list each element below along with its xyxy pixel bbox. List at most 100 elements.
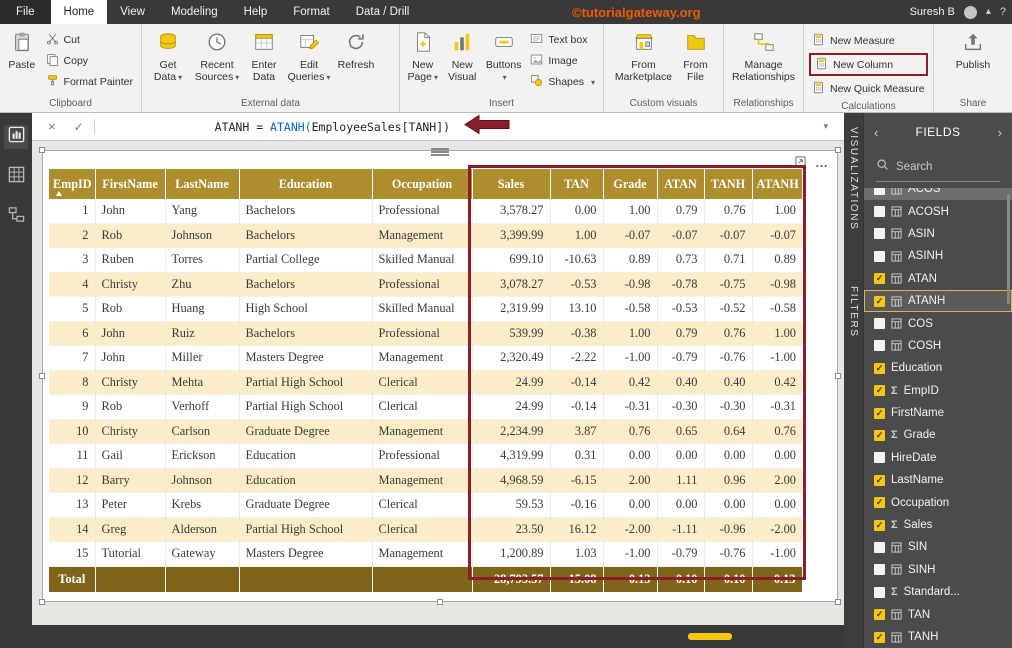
new-column-button[interactable]: New Column <box>815 56 922 73</box>
copy-button[interactable]: Copy <box>43 51 136 70</box>
model-view-button[interactable] <box>4 205 28 229</box>
field-item-standard-[interactable]: Σ Standard... <box>864 581 1012 603</box>
table-row[interactable]: 9 Rob Verhoff Partial High School Clerical 24… <box>49 394 802 420</box>
table-row[interactable]: 7 John Miller Masters Degree Management 2,320… <box>49 345 802 371</box>
field-item-grade[interactable]: ✓ Σ Grade <box>864 424 1012 446</box>
column-header-tan[interactable]: TAN <box>550 169 604 199</box>
image-button[interactable]: Image <box>527 51 598 70</box>
table-row[interactable]: 5 Rob Huang High School Skilled Manual 2,319.… <box>49 296 802 322</box>
recent-sources-button[interactable]: Recent Sources <box>191 27 243 98</box>
field-checkbox-checked[interactable]: ✓ <box>874 295 885 307</box>
text-box-button[interactable]: Text box <box>527 30 598 49</box>
table-row[interactable]: 3 Ruben Torres Partial College Skilled Manua… <box>49 247 802 273</box>
column-header-tanh[interactable]: TANH <box>704 169 753 199</box>
avatar[interactable] <box>963 5 977 19</box>
enter-data-button[interactable]: Enter Data <box>243 27 285 98</box>
new-page-button[interactable]: New Page <box>403 27 442 98</box>
chevron-right-icon[interactable]: › <box>998 125 1002 140</box>
column-header-atan[interactable]: ATAN <box>657 169 705 199</box>
field-checkbox-checked[interactable]: ✓ <box>874 273 885 285</box>
report-view-button[interactable] <box>4 125 28 149</box>
formula-cancel-icon[interactable]: × <box>48 119 56 134</box>
field-checkbox[interactable] <box>874 250 885 262</box>
resize-handle[interactable] <box>39 599 45 605</box>
from-marketplace-button[interactable]: From Marketplace <box>612 27 676 98</box>
report-canvas[interactable]: … EmpID FirstName LastName Education Occupat… <box>32 141 844 648</box>
field-item-education[interactable]: ✓ Education <box>864 357 1012 379</box>
field-checkbox-checked[interactable]: ✓ <box>874 385 885 397</box>
formula-expand-icon[interactable]: ▾ <box>823 121 828 132</box>
field-checkbox[interactable] <box>874 188 885 195</box>
field-item-atan[interactable]: ✓ ATAN <box>864 268 1012 290</box>
format-painter-button[interactable]: Format Painter <box>43 72 136 91</box>
table-row[interactable]: 10 Christy Carlson Graduate Degree Managemen… <box>49 419 802 444</box>
refresh-button[interactable]: Refresh <box>333 27 379 98</box>
edit-queries-button[interactable]: Edit Queries <box>285 27 333 98</box>
field-item-firstname[interactable]: ✓ FirstName <box>864 402 1012 424</box>
formula-commit-icon[interactable]: ✓ <box>74 120 84 134</box>
field-item-occupation[interactable]: ✓ Occupation <box>864 491 1012 513</box>
field-checkbox[interactable] <box>874 206 885 218</box>
field-checkbox[interactable] <box>874 586 885 598</box>
field-checkbox-checked[interactable]: ✓ <box>874 519 885 531</box>
field-item-empid[interactable]: ✓ Σ EmpID <box>864 380 1012 402</box>
fields-search-input[interactable]: Search <box>876 153 1000 182</box>
filters-pane-toggle[interactable]: FILTERS <box>848 286 859 338</box>
table-row[interactable]: 12 Barry Johnson Education Management 4,968.5… <box>49 468 802 493</box>
column-header-atanh[interactable]: ATANH <box>752 169 802 199</box>
field-item-asin[interactable]: ASIN <box>864 223 1012 245</box>
field-checkbox[interactable] <box>874 541 885 553</box>
new-measure-button[interactable]: New Measure <box>809 31 928 50</box>
field-item-tan[interactable]: ✓ TAN <box>864 603 1012 625</box>
field-item-acosh[interactable]: ACOSH <box>864 200 1012 222</box>
field-checkbox[interactable] <box>874 452 885 464</box>
field-checkbox-checked[interactable]: ✓ <box>874 362 885 374</box>
table-row[interactable]: 2 Rob Johnson Bachelors Management 3,399.99 1.… <box>49 223 802 248</box>
cut-button[interactable]: Cut <box>43 30 136 49</box>
tab-data-drill[interactable]: Data / Drill <box>343 0 423 24</box>
field-item-sales[interactable]: ✓ Σ Sales <box>864 514 1012 536</box>
resize-handle[interactable] <box>437 599 443 605</box>
menu-file[interactable]: File <box>0 0 51 24</box>
resize-handle[interactable] <box>835 147 841 153</box>
field-checkbox-checked[interactable]: ✓ <box>874 474 885 486</box>
manage-relationships-button[interactable]: Manage Relationships <box>728 27 800 98</box>
visualizations-pane-toggle[interactable]: VISUALIZATIONS <box>848 127 859 230</box>
field-checkbox[interactable] <box>874 564 885 576</box>
column-header-empid[interactable]: EmpID <box>49 169 96 199</box>
column-header-occupation[interactable]: Occupation <box>372 169 473 199</box>
field-checkbox[interactable] <box>874 318 885 330</box>
field-checkbox-checked[interactable]: ✓ <box>874 497 885 509</box>
publish-button[interactable]: Publish <box>947 27 999 98</box>
fields-scrollbar[interactable] <box>1007 194 1010 304</box>
new-visual-button[interactable]: New Visual <box>442 27 481 98</box>
column-header-education[interactable]: Education <box>239 169 373 199</box>
table-row[interactable]: 4 Christy Zhu Bachelors Professional 3,078.27… <box>49 272 802 297</box>
field-checkbox[interactable] <box>874 228 885 240</box>
field-item-tanh[interactable]: ✓ TANH <box>864 626 1012 648</box>
resize-handle[interactable] <box>39 373 45 379</box>
field-item-sin[interactable]: SIN <box>864 536 1012 558</box>
column-header-grade[interactable]: Grade <box>603 169 658 199</box>
table-row[interactable]: 1 John Yang Bachelors Professional 3,578.27 0.… <box>49 199 802 224</box>
table-row[interactable]: 13 Peter Krebs Graduate Degree Clerical 59.53… <box>49 492 802 518</box>
table-row[interactable]: 6 John Ruiz Bachelors Professional 539.99 -0.3… <box>49 321 802 346</box>
field-item-cos[interactable]: COS <box>864 312 1012 334</box>
field-item-sinh[interactable]: SINH <box>864 559 1012 581</box>
resize-handle[interactable] <box>835 373 841 379</box>
field-checkbox-checked[interactable]: ✓ <box>874 609 885 621</box>
drag-grip[interactable] <box>431 148 449 156</box>
field-item-asinh[interactable]: ASINH <box>864 245 1012 267</box>
buttons-button[interactable]: Buttons <box>482 27 525 98</box>
field-checkbox-checked[interactable]: ✓ <box>874 631 885 643</box>
collapse-ribbon-icon[interactable]: ▴ <box>986 7 991 17</box>
tab-home[interactable]: Home <box>50 0 108 24</box>
shapes-button[interactable]: Shapes <box>527 72 598 91</box>
column-header-lastname[interactable]: LastName <box>165 169 240 199</box>
tab-view[interactable]: View <box>107 0 158 24</box>
field-checkbox-checked[interactable]: ✓ <box>874 429 885 441</box>
field-item-acos[interactable]: ACOS <box>864 188 1012 201</box>
table-row[interactable]: 8 Christy Mehta Partial High School Clerical… <box>49 370 802 395</box>
table-row[interactable]: 14 Greg Alderson Partial High School Clerica… <box>49 517 802 542</box>
resize-handle[interactable] <box>39 147 45 153</box>
